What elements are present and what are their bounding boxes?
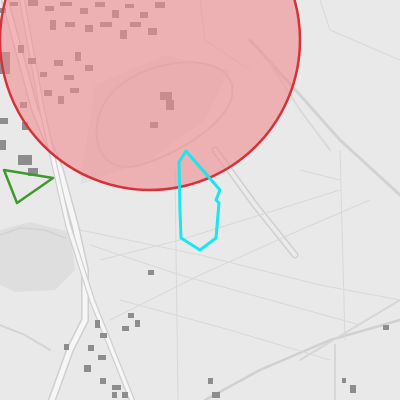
building bbox=[112, 392, 117, 398]
building bbox=[122, 326, 129, 331]
building bbox=[0, 118, 8, 124]
building bbox=[95, 320, 100, 328]
building bbox=[18, 155, 32, 165]
building bbox=[0, 140, 6, 150]
building bbox=[212, 392, 220, 398]
building bbox=[100, 333, 107, 338]
building bbox=[148, 270, 154, 275]
building bbox=[350, 385, 356, 393]
building bbox=[122, 392, 128, 398]
building bbox=[64, 344, 69, 350]
building bbox=[84, 365, 91, 372]
building bbox=[112, 385, 121, 390]
building bbox=[135, 320, 140, 327]
building bbox=[383, 325, 389, 330]
map-view[interactable] bbox=[0, 0, 400, 400]
building bbox=[342, 378, 346, 383]
building bbox=[100, 378, 106, 384]
building bbox=[208, 378, 213, 384]
building bbox=[98, 355, 106, 360]
map-canvas[interactable] bbox=[0, 0, 400, 400]
building bbox=[128, 313, 134, 318]
building bbox=[88, 345, 94, 351]
